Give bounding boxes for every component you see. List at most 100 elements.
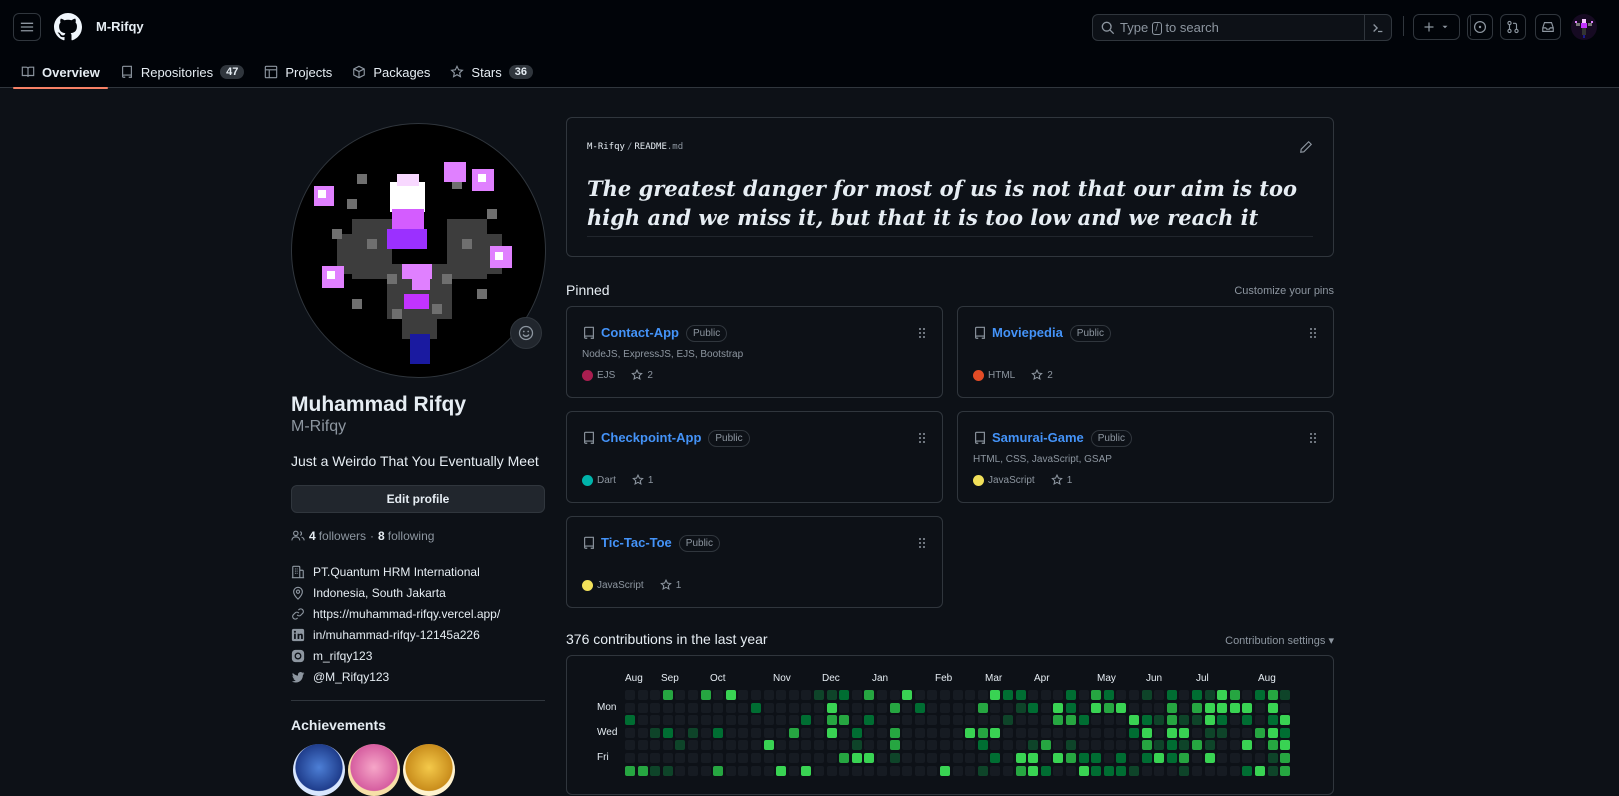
contribution-day-cell[interactable] (725, 765, 736, 776)
contribution-day-cell[interactable] (1078, 715, 1089, 726)
contribution-day-cell[interactable] (725, 690, 736, 700)
contribution-day-cell[interactable] (1217, 715, 1228, 726)
following-link[interactable]: 8 following (378, 529, 434, 543)
contribution-day-cell[interactable] (751, 690, 761, 700)
contribution-day-cell[interactable] (889, 690, 900, 700)
contribution-day-cell[interactable] (839, 727, 850, 738)
contribution-day-cell[interactable] (1267, 690, 1278, 700)
contribution-day-cell[interactable] (763, 690, 774, 700)
contribution-day-cell[interactable] (801, 753, 812, 763)
contribution-day-cell[interactable] (1255, 753, 1265, 763)
contribution-day-cell[interactable] (826, 690, 837, 700)
contribution-day-cell[interactable] (637, 702, 648, 713)
contribution-day-cell[interactable] (1129, 727, 1139, 738)
readme-file[interactable]: README (634, 142, 667, 152)
issues-button[interactable] (1467, 14, 1493, 40)
contribution-day-cell[interactable] (1192, 702, 1202, 713)
tab-projects[interactable]: Projects (256, 56, 340, 88)
contribution-day-cell[interactable] (688, 740, 698, 751)
contribution-day-cell[interactable] (1078, 765, 1089, 776)
contribution-day-cell[interactable] (637, 727, 648, 738)
contribution-day-cell[interactable] (814, 727, 824, 738)
repo-name-link[interactable]: Tic-Tac-Toe (601, 535, 672, 550)
contribution-day-cell[interactable] (1204, 690, 1215, 700)
contribution-day-cell[interactable] (940, 753, 950, 763)
contribution-day-cell[interactable] (1217, 765, 1228, 776)
contribution-day-cell[interactable] (738, 753, 749, 763)
drag-handle-icon[interactable] (917, 327, 927, 339)
contribution-day-cell[interactable] (1116, 715, 1127, 726)
contribution-day-cell[interactable] (788, 753, 799, 763)
github-logo-icon[interactable] (54, 13, 82, 41)
contribution-day-cell[interactable] (650, 753, 661, 763)
contribution-day-cell[interactable] (675, 715, 686, 726)
contribution-day-cell[interactable] (713, 715, 724, 726)
contribution-day-cell[interactable] (713, 690, 724, 700)
contribution-day-cell[interactable] (1116, 702, 1127, 713)
contribution-day-cell[interactable] (1040, 690, 1051, 700)
contribution-day-cell[interactable] (1091, 702, 1102, 713)
contribution-day-cell[interactable] (902, 715, 913, 726)
contribution-day-cell[interactable] (889, 765, 900, 776)
contribution-day-cell[interactable] (1091, 753, 1102, 763)
contribution-day-cell[interactable] (1078, 702, 1089, 713)
contribution-day-cell[interactable] (801, 690, 812, 700)
contribution-day-cell[interactable] (725, 727, 736, 738)
contribution-day-cell[interactable] (1028, 727, 1039, 738)
contribution-day-cell[interactable] (776, 690, 787, 700)
contribution-day-cell[interactable] (763, 715, 774, 726)
contribution-day-cell[interactable] (1267, 715, 1278, 726)
contribution-day-cell[interactable] (776, 753, 787, 763)
contribution-day-cell[interactable] (1242, 765, 1253, 776)
contribution-day-cell[interactable] (788, 765, 799, 776)
contribution-day-cell[interactable] (965, 715, 976, 726)
contribution-day-cell[interactable] (1255, 715, 1265, 726)
contribution-day-cell[interactable] (625, 690, 635, 700)
contribution-day-cell[interactable] (788, 727, 799, 738)
contribution-day-cell[interactable] (940, 727, 950, 738)
contribution-day-cell[interactable] (1066, 702, 1076, 713)
contribution-day-cell[interactable] (902, 690, 913, 700)
contribution-day-cell[interactable] (637, 753, 648, 763)
contribution-day-cell[interactable] (1280, 753, 1291, 763)
contribution-day-cell[interactable] (1242, 690, 1253, 700)
contribution-day-cell[interactable] (700, 702, 711, 713)
contribution-day-cell[interactable] (977, 740, 988, 751)
contribution-day-cell[interactable] (1242, 727, 1253, 738)
contribution-day-cell[interactable] (688, 715, 698, 726)
contribution-day-cell[interactable] (864, 753, 875, 763)
contribution-day-cell[interactable] (1091, 715, 1102, 726)
contribution-day-cell[interactable] (637, 715, 648, 726)
contribution-day-cell[interactable] (1217, 727, 1228, 738)
contribution-day-cell[interactable] (1141, 690, 1152, 700)
contribution-day-cell[interactable] (1255, 727, 1265, 738)
contribution-day-cell[interactable] (1129, 765, 1139, 776)
contribution-day-cell[interactable] (902, 753, 913, 763)
contribution-day-cell[interactable] (751, 702, 761, 713)
tab-overview[interactable]: Overview (13, 56, 108, 89)
contribution-day-cell[interactable] (1015, 740, 1026, 751)
contribution-day-cell[interactable] (1078, 740, 1089, 751)
contribution-day-cell[interactable] (1280, 727, 1291, 738)
contribution-day-cell[interactable] (688, 690, 698, 700)
contribution-day-cell[interactable] (1053, 715, 1064, 726)
repo-name-link[interactable]: Samurai-Game (992, 430, 1084, 445)
contribution-day-cell[interactable] (1166, 702, 1177, 713)
contribution-day-cell[interactable] (625, 727, 635, 738)
contribution-day-cell[interactable] (1154, 690, 1165, 700)
contribution-day-cell[interactable] (826, 727, 837, 738)
search-input[interactable]: Type / to search (1092, 14, 1392, 41)
contribution-day-cell[interactable] (662, 727, 673, 738)
contribution-day-cell[interactable] (700, 740, 711, 751)
contribution-day-cell[interactable] (1229, 753, 1240, 763)
contribution-day-cell[interactable] (1103, 690, 1114, 700)
contribution-day-cell[interactable] (1267, 727, 1278, 738)
contribution-day-cell[interactable] (1141, 765, 1152, 776)
contribution-day-cell[interactable] (1003, 727, 1013, 738)
contribution-day-cell[interactable] (675, 702, 686, 713)
followers-link[interactable]: 4 followers (309, 529, 366, 543)
repo-stars[interactable]: 1 (632, 474, 653, 486)
contribution-day-cell[interactable] (751, 765, 761, 776)
contribution-day-cell[interactable] (1179, 753, 1190, 763)
contribution-day-cell[interactable] (1053, 727, 1064, 738)
